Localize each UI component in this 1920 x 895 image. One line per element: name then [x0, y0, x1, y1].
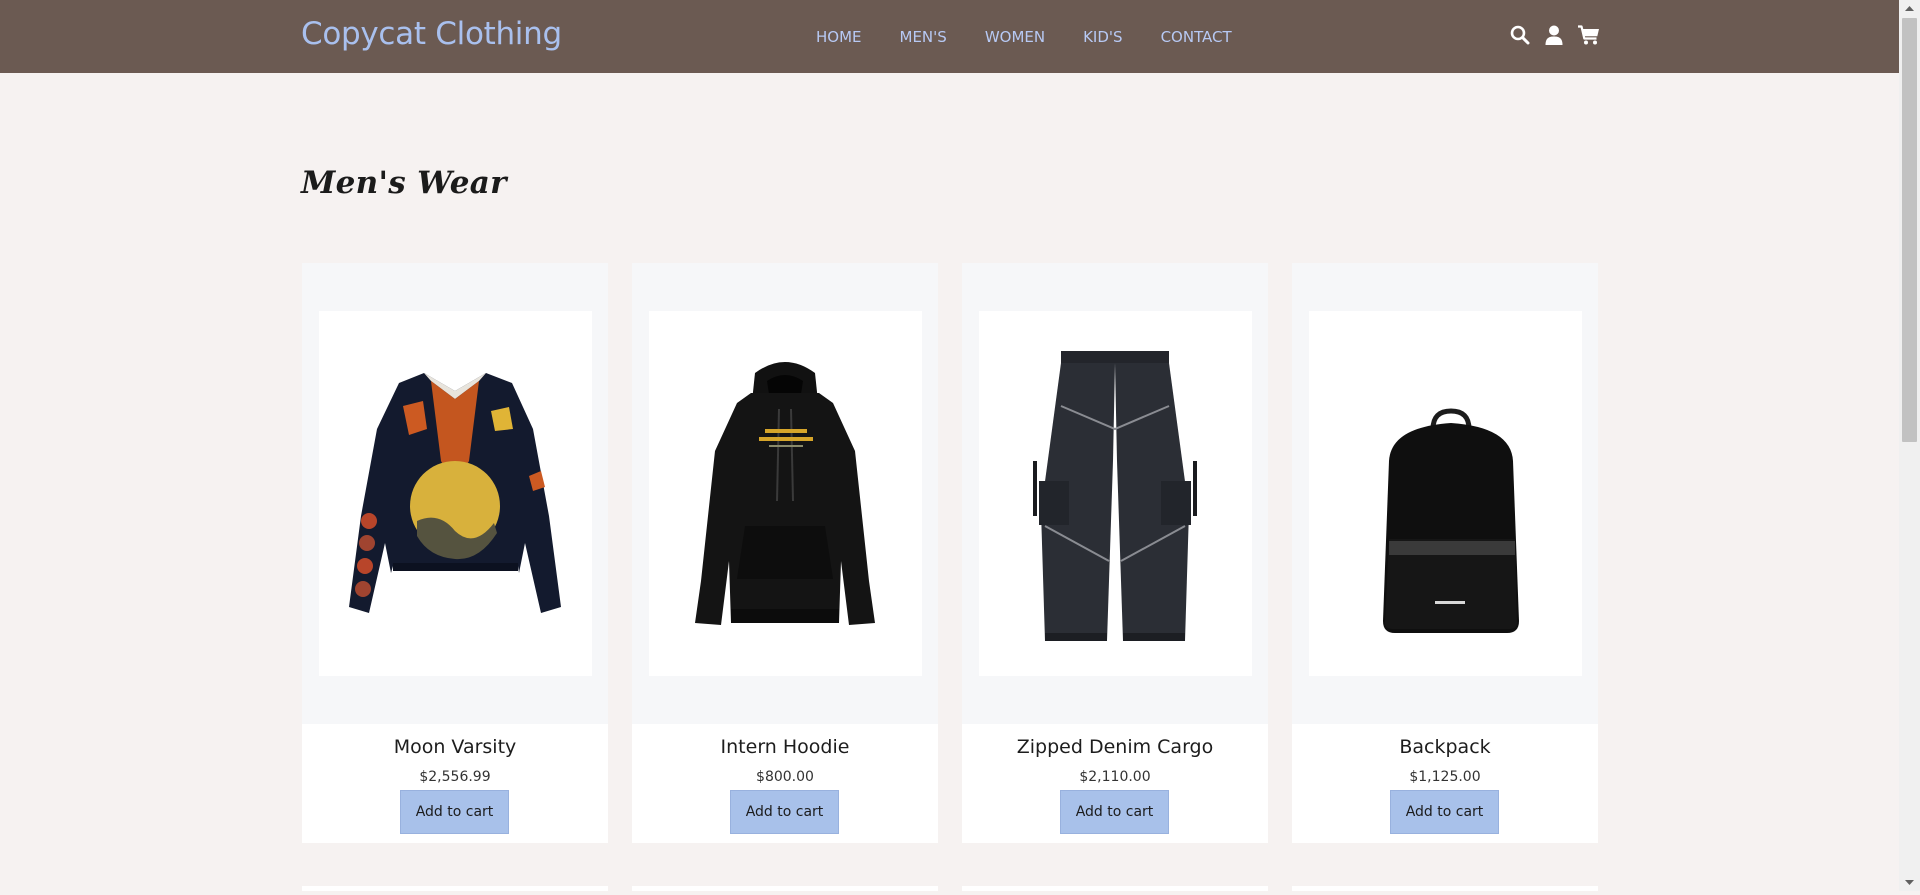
product-price: $800.00	[756, 769, 814, 785]
product-image-panel	[302, 263, 608, 724]
product-card: Backpack $1,125.00 Add to cart	[1292, 263, 1598, 843]
add-to-cart-button[interactable]: Add to cart	[730, 790, 839, 834]
product-price: $2,110.00	[1079, 769, 1151, 785]
product-image-panel	[962, 263, 1268, 724]
product-image-black-hoodie[interactable]	[649, 311, 922, 676]
next-card-peek	[302, 886, 608, 891]
page-scrollbar[interactable]	[1899, 0, 1920, 891]
product-image-black-backpack[interactable]	[1309, 311, 1582, 676]
product-image-panel	[632, 263, 938, 724]
top-navbar: Copycat Clothing HOME MEN'S WOMEN KID'S …	[0, 0, 1899, 73]
page-title: Men's Wear	[301, 165, 507, 201]
search-icon[interactable]	[1509, 24, 1531, 46]
product-name[interactable]: Backpack	[1292, 736, 1598, 758]
nav-link-contact[interactable]: CONTACT	[1161, 28, 1232, 46]
product-card: Zipped Denim Cargo $2,110.00 Add to cart	[962, 263, 1268, 843]
scroll-up-arrow-icon[interactable]	[1899, 0, 1920, 17]
add-to-cart-button[interactable]: Add to cart	[400, 790, 509, 834]
product-image-denim-cargo-pants[interactable]	[979, 311, 1252, 676]
product-price: $2,556.99	[419, 769, 491, 785]
product-card: Moon Varsity $2,556.99 Add to cart	[302, 263, 608, 843]
scroll-down-arrow-icon[interactable]	[1899, 874, 1920, 891]
add-to-cart-button[interactable]: Add to cart	[1390, 790, 1499, 834]
product-image-varsity-cardigan[interactable]	[319, 311, 592, 676]
product-card: Intern Hoodie $800.00 Add to cart	[632, 263, 938, 843]
brand-logo-link[interactable]: Copycat Clothing	[301, 16, 562, 52]
nav-link-home[interactable]: HOME	[816, 28, 862, 46]
next-card-peek	[632, 886, 938, 891]
user-icon[interactable]	[1543, 24, 1565, 46]
product-price: $1,125.00	[1409, 769, 1481, 785]
product-image-panel	[1292, 263, 1598, 724]
next-card-peek	[1292, 886, 1598, 891]
cart-icon[interactable]	[1577, 24, 1599, 46]
product-name[interactable]: Moon Varsity	[302, 736, 608, 758]
nav-link-kids[interactable]: KID'S	[1083, 28, 1122, 46]
add-to-cart-button[interactable]: Add to cart	[1060, 790, 1169, 834]
main-nav: HOME MEN'S WOMEN KID'S CONTACT	[816, 27, 1232, 47]
scrollbar-thumb[interactable]	[1902, 18, 1917, 442]
product-name[interactable]: Zipped Denim Cargo	[962, 736, 1268, 758]
product-name[interactable]: Intern Hoodie	[632, 736, 938, 758]
nav-icon-group	[1509, 24, 1599, 46]
nav-link-women[interactable]: WOMEN	[985, 28, 1045, 46]
nav-link-mens[interactable]: MEN'S	[900, 28, 947, 46]
next-card-peek	[962, 886, 1268, 891]
